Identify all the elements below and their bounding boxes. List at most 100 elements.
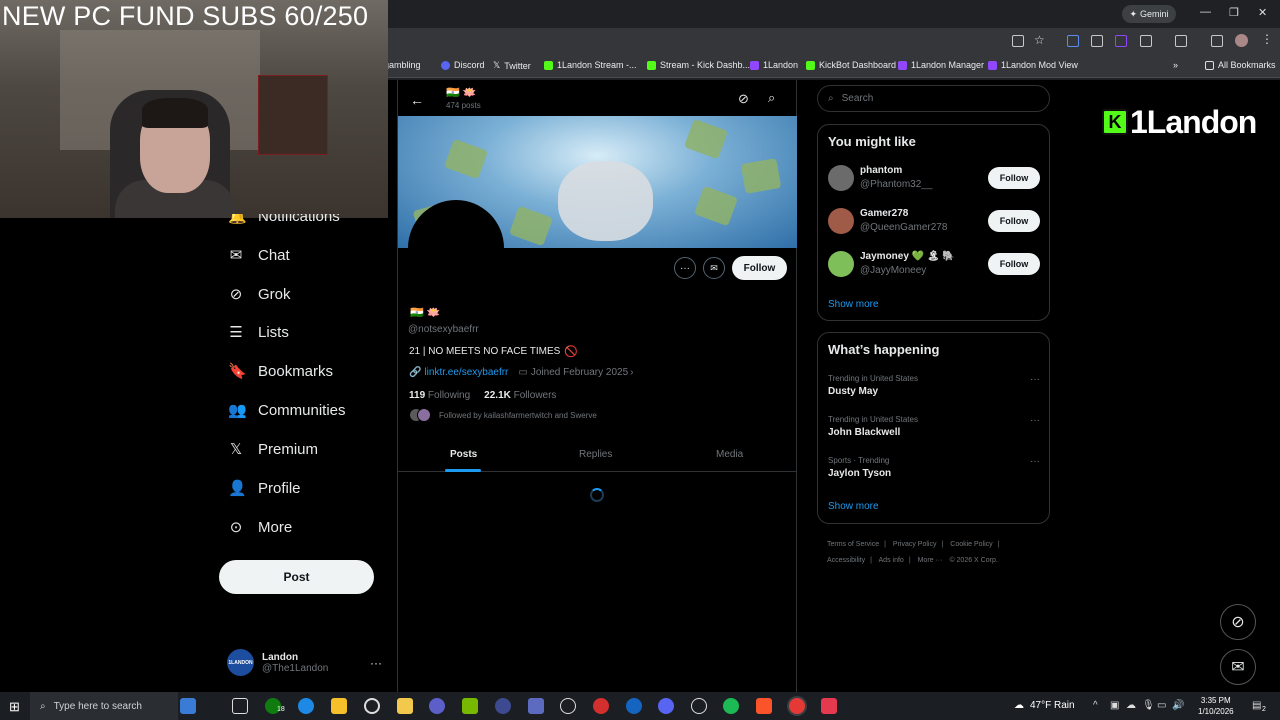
volume-icon[interactable]: 🔊 (1172, 700, 1184, 711)
nav-chat[interactable]: ✉ Chat (228, 247, 290, 264)
back-arrow-icon[interactable]: ← (410, 92, 424, 108)
followed-by[interactable]: Followed by kailashfarmertwitch and Swer… (409, 408, 597, 422)
suggestion-item[interactable]: Jaymoney 💚 🏝 🐘 @JayyMoneey Follow (828, 249, 1040, 281)
minimize-button[interactable]: — (1200, 6, 1211, 18)
gemini-button[interactable]: ✦ Gemini (1122, 5, 1176, 23)
nav-lists[interactable]: ☰ Lists (228, 324, 289, 341)
footer-link[interactable]: More ··· (918, 557, 943, 564)
more-options-button[interactable]: ··· (674, 257, 696, 279)
followers-link[interactable]: 22.1K Followers (484, 390, 556, 401)
star-icon[interactable]: ☆ (1034, 33, 1045, 47)
clock[interactable]: 3:35 PM 1/10/2026 (1198, 695, 1234, 717)
more-icon[interactable]: ··· (1030, 415, 1040, 426)
spotify-icon[interactable] (723, 698, 739, 714)
puzzle-icon[interactable] (1140, 35, 1152, 47)
nav-bookmarks[interactable]: 🔖 Bookmarks (228, 363, 333, 380)
account-switcher[interactable]: 1LANDON Landon @The1Landon (227, 649, 328, 676)
tab-replies[interactable]: Replies (579, 449, 612, 460)
kebab-menu-icon[interactable]: ⋮ (1261, 32, 1273, 46)
following-link[interactable]: 119 Following (409, 390, 470, 401)
suggestion-item[interactable]: phantom @Phantom32__ Follow (828, 163, 1040, 195)
nvidia-icon[interactable] (462, 698, 478, 714)
app-icon[interactable] (495, 698, 511, 714)
suggestion-item[interactable]: Gamer278 @QueenGamer278 Follow (828, 206, 1040, 238)
microphone-icon[interactable]: 🎙 (1142, 700, 1155, 711)
task-view-icon[interactable] (232, 698, 248, 714)
app-icon[interactable] (397, 698, 413, 714)
bookmark-kickbot[interactable]: KickBot Dashboard (806, 60, 896, 70)
taskbar-search[interactable]: ⌕ Type here to search (30, 692, 178, 720)
bookmark-gambling[interactable]: gambling (384, 60, 421, 70)
bookmark-1landon-stream[interactable]: 1Landon Stream -... (544, 60, 637, 70)
grok-icon[interactable]: ⊘ (738, 91, 749, 107)
network-icon[interactable]: ▭ (1157, 700, 1166, 711)
widget-icon[interactable] (180, 698, 196, 714)
nav-communities[interactable]: 👥 Communities (228, 402, 346, 419)
search-input[interactable]: ⌕ Search (817, 85, 1050, 112)
follow-button[interactable]: Follow (988, 253, 1040, 275)
search-icon[interactable]: ⌕ (768, 90, 775, 106)
extension-icon[interactable] (1067, 35, 1079, 47)
app-icon[interactable] (593, 698, 609, 714)
bookmark-1landon[interactable]: 1Landon (750, 60, 798, 70)
notification-icon[interactable]: ▤ (1252, 700, 1261, 711)
nav-profile[interactable]: 👤 Profile (228, 480, 301, 497)
tray-icon[interactable]: ☁ (1126, 700, 1136, 711)
show-more-link[interactable]: Show more (828, 501, 879, 512)
tab-media[interactable]: Media (716, 449, 743, 460)
calculator-icon[interactable] (528, 698, 544, 714)
file-explorer-icon[interactable] (331, 698, 347, 714)
settings-icon[interactable] (560, 698, 576, 714)
follow-button[interactable]: Follow (988, 210, 1040, 232)
grok-fab-button[interactable]: ⊘ (1220, 604, 1256, 640)
brave-icon[interactable] (756, 698, 772, 714)
discord-icon[interactable] (658, 698, 674, 714)
edge-icon[interactable] (298, 698, 314, 714)
bookmark-twitter[interactable]: 𝕏 Twitter (493, 60, 531, 71)
tab-search-icon[interactable] (1175, 35, 1187, 47)
install-icon[interactable] (1012, 35, 1024, 47)
footer-link[interactable]: Terms of Service (827, 541, 879, 548)
trend-item[interactable]: Trending in United States John Blackwell… (828, 415, 1040, 438)
nav-grok[interactable]: ⊘ Grok (228, 286, 291, 303)
chrome-icon[interactable] (789, 698, 805, 714)
follow-button[interactable]: Follow (732, 256, 787, 280)
more-icon[interactable]: ··· (1030, 374, 1040, 385)
windows-start-icon[interactable]: ⊞ (9, 699, 20, 715)
tab-posts[interactable]: Posts (450, 449, 477, 460)
bookmark-discord[interactable]: Discord (441, 60, 485, 70)
obs-icon[interactable] (364, 698, 380, 714)
tray-icon[interactable]: ▣ (1110, 700, 1119, 711)
bookmark-1landon-manager[interactable]: 1Landon Manager (898, 60, 984, 70)
profile-link[interactable]: linktr.ee/sexybaefrr (424, 367, 508, 378)
bookmarks-overflow-icon[interactable]: » (1173, 60, 1178, 70)
footer-link[interactable]: Privacy Policy (893, 541, 937, 548)
chevron-up-icon[interactable]: ^ (1093, 700, 1098, 711)
all-bookmarks[interactable]: All Bookmarks (1205, 60, 1276, 70)
bookmark-1landon-mod-view[interactable]: 1Landon Mod View (988, 60, 1078, 70)
messages-fab-button[interactable]: ✉ (1220, 649, 1256, 685)
post-button[interactable]: Post (219, 560, 374, 594)
close-window-button[interactable]: ✕ (1258, 6, 1267, 19)
weather-widget[interactable]: ☁ 47°F Rain (1014, 700, 1075, 711)
app-icon[interactable] (429, 698, 445, 714)
footer-link[interactable]: Accessibility (827, 557, 865, 564)
app-icon[interactable] (691, 698, 707, 714)
extension-icon[interactable] (1091, 35, 1103, 47)
menu-list-icon[interactable] (1211, 35, 1223, 47)
footer-link[interactable]: Cookie Policy (950, 541, 992, 548)
nav-premium[interactable]: 𝕏 Premium (228, 441, 318, 458)
bookmark-kick-dashboard[interactable]: Stream - Kick Dashb... (647, 60, 750, 70)
trend-item[interactable]: Trending in United States Dusty May ··· (828, 374, 1040, 397)
twitch-extension-icon[interactable] (1115, 35, 1127, 47)
app-icon[interactable] (626, 698, 642, 714)
more-icon[interactable]: ··· (1030, 456, 1040, 467)
follow-button[interactable]: Follow (988, 167, 1040, 189)
restore-button[interactable]: ❐ (1229, 6, 1239, 19)
profile-avatar[interactable] (408, 200, 504, 296)
trend-item[interactable]: Sports · Trending Jaylon Tyson ··· (828, 456, 1040, 479)
account-more-icon[interactable]: ··· (370, 656, 382, 670)
message-button[interactable]: ✉ (703, 257, 725, 279)
footer-link[interactable]: Ads info (879, 557, 904, 564)
app-icon[interactable] (821, 698, 837, 714)
